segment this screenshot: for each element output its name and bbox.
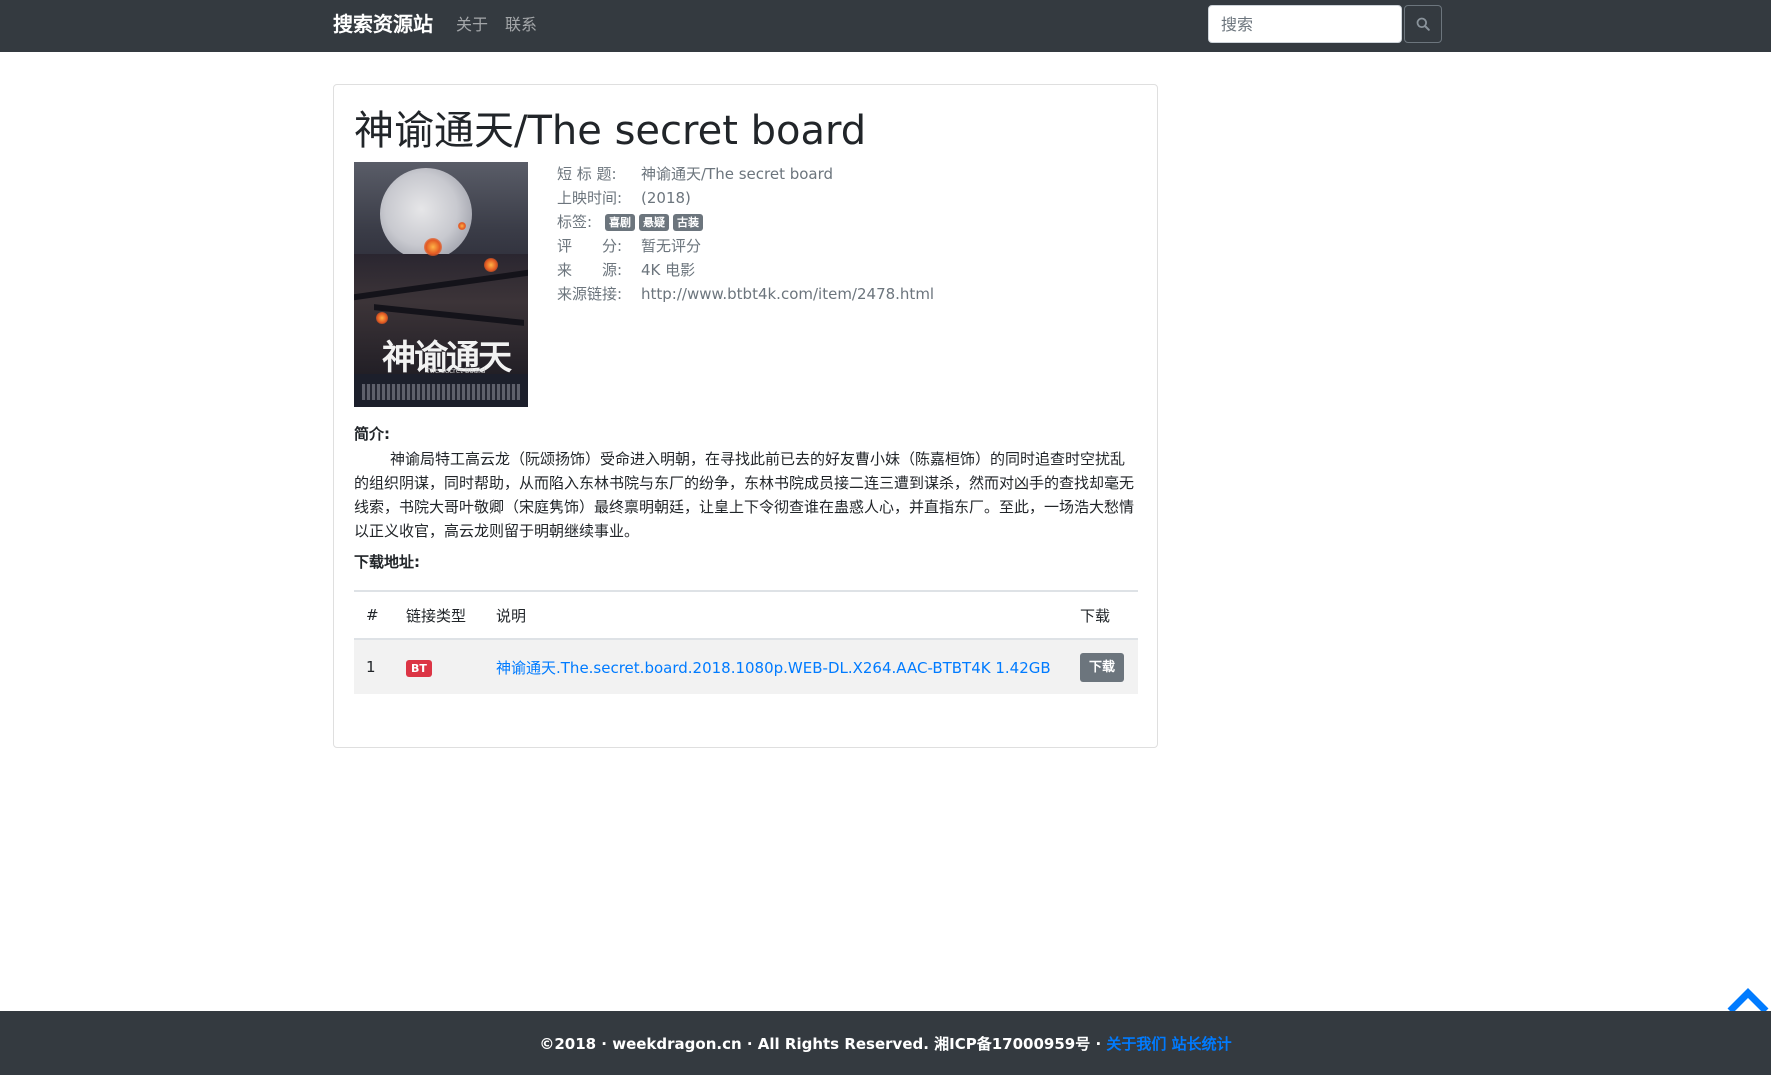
info-source-link: 来源链接: http://www.btbt4k.com/item/2478.htm… (557, 283, 934, 307)
tag-badge[interactable]: 喜剧 (605, 214, 635, 231)
download-button[interactable]: 下载 (1080, 652, 1125, 682)
rating-value: 暂无评分 (641, 237, 702, 255)
short-title-label: 短 标 题: (557, 165, 617, 183)
site-brand[interactable]: 搜索资源站 (333, 11, 433, 37)
download-label: 下载地址: (354, 553, 420, 571)
top-navbar: 搜索资源站 关于 联系 (0, 0, 1771, 52)
info-tags: 标签: 喜剧 悬疑 古装 (557, 211, 934, 235)
intro-label: 简介: (354, 425, 390, 443)
bt-badge: BT (406, 659, 432, 677)
download-link[interactable]: 神谕通天.The.secret.board.2018.1080p.WEB-DL.… (496, 659, 1051, 677)
source-link[interactable]: http://www.btbt4k.com/item/2478.html (641, 285, 934, 303)
table-row: 1 BT 神谕通天.The.secret.board.2018.1080p.WE… (354, 639, 1138, 694)
footer-link-about[interactable]: 关于我们 (1106, 1035, 1166, 1053)
col-description: 说明 (484, 590, 1068, 640)
rating-label: 评 分: (557, 237, 623, 255)
footer-copyright: ©2018 · weekdragon.cn · All Rights Reser… (539, 1035, 1107, 1053)
source-link-label: 来源链接: (557, 285, 623, 303)
info-release: 上映时间: (2018) (557, 187, 934, 211)
footer-link-stats[interactable]: 站长统计 (1172, 1035, 1232, 1053)
col-index: # (354, 590, 394, 640)
source-label: 来 源: (557, 261, 623, 279)
page-title: 神谕通天/The secret board (354, 108, 867, 154)
info-source: 来 源: 4K 电影 (557, 259, 934, 283)
search-input[interactable] (1208, 5, 1402, 43)
source-value: 4K 电影 (641, 261, 696, 279)
footer-text: ©2018 · weekdragon.cn · All Rights Reser… (0, 1033, 1771, 1054)
row-index: 1 (354, 639, 394, 694)
release-label: 上映时间: (557, 189, 623, 207)
movie-detail-card: 神谕通天/The secret board 神谕通天 The secret bo… (333, 84, 1158, 748)
search-button[interactable] (1404, 5, 1442, 43)
tags-label: 标签: (557, 213, 593, 231)
col-link-type: 链接类型 (394, 590, 484, 640)
nav-link-contact[interactable]: 联系 (505, 14, 537, 36)
download-table: # 链接类型 说明 下载 1 BT 神谕通天.The.secret.board.… (354, 590, 1138, 694)
col-download: 下载 (1068, 590, 1138, 640)
tag-badge[interactable]: 古装 (673, 214, 703, 231)
release-value: (2018) (641, 189, 691, 207)
short-title-value: 神谕通天/The secret board (641, 165, 834, 183)
movie-info: 短 标 题: 神谕通天/The secret board 上映时间: (2018) … (557, 163, 934, 307)
tag-badge[interactable]: 悬疑 (639, 214, 669, 231)
nav-link-about[interactable]: 关于 (456, 14, 488, 36)
page-footer: ©2018 · weekdragon.cn · All Rights Reser… (0, 1011, 1771, 1075)
search-icon (1416, 17, 1430, 31)
movie-poster: 神谕通天 The secret board (354, 162, 528, 407)
table-header-row: # 链接类型 说明 下载 (354, 590, 1138, 640)
poster-subtitle: The secret board (426, 367, 486, 375)
intro-text: 神谕局特工高云龙（阮颂扬饰）受命进入明朝，在寻找此前已去的好友曹小妹（陈嘉桓饰）… (354, 450, 1135, 540)
info-short-title: 短 标 题: 神谕通天/The secret board (557, 163, 934, 187)
info-rating: 评 分: 暂无评分 (557, 235, 934, 259)
